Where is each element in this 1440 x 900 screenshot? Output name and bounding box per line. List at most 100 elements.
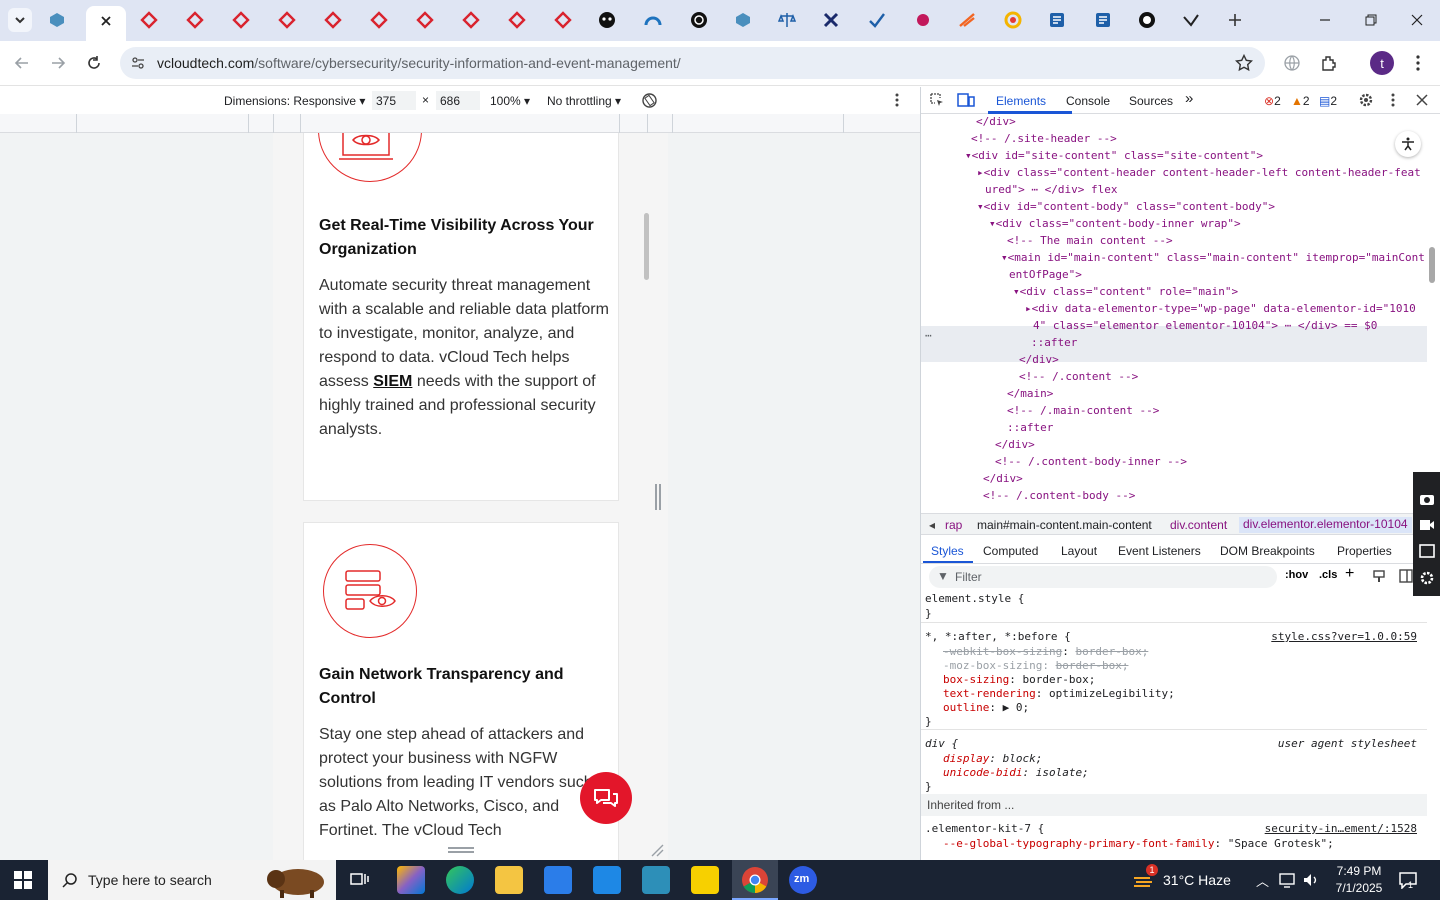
dom-line[interactable]: ::after [1007, 421, 1053, 434]
tab-favicon-scale[interactable] [776, 9, 798, 31]
new-style-rule-icon[interactable]: + [1345, 565, 1354, 583]
css-declaration[interactable]: -moz-box-sizing: border-box; [943, 659, 1128, 672]
tab-computed[interactable]: Computed [983, 544, 1038, 558]
tab-favicon-hex[interactable] [46, 9, 68, 31]
toggle-sidebar-icon[interactable] [1399, 569, 1413, 588]
hex-app-icon[interactable] [642, 866, 670, 894]
tab-event-listeners[interactable]: Event Listeners [1118, 544, 1201, 558]
styles-filter-input[interactable]: ▼ Filter [929, 566, 1277, 588]
dom-line[interactable]: </div> [976, 115, 1016, 128]
minimize-button[interactable] [1310, 8, 1340, 32]
rule-selector[interactable]: div { [925, 737, 958, 750]
dom-line[interactable]: <!-- /.content --> [1019, 370, 1138, 383]
dom-line[interactable]: ▾<div id="site-content" class="site-cont… [965, 149, 1263, 162]
rule-selector[interactable]: *, *:after, *:before { [925, 630, 1071, 643]
volume-icon[interactable] [1302, 872, 1320, 893]
clock-time[interactable]: 7:49 PM [1334, 864, 1384, 878]
height-input[interactable]: 686 [436, 91, 480, 110]
dom-line[interactable]: entOfPage"> [1009, 268, 1082, 281]
back-arrow-icon[interactable] [10, 51, 34, 75]
tab-favicon-red-1[interactable] [138, 9, 160, 31]
site-info-icon[interactable] [130, 55, 146, 76]
tab-favicon-red-9[interactable] [506, 9, 528, 31]
rule-source-link[interactable]: security-in…ement/:1528 [1265, 822, 1417, 835]
dom-line[interactable]: ▾<div class="content-body-inner wrap"> [989, 217, 1241, 230]
accessibility-tree-button[interactable] [1395, 131, 1421, 157]
breadcrumb-item[interactable]: rap [945, 518, 962, 532]
tab-favicon-red-5[interactable] [322, 9, 344, 31]
css-declaration[interactable]: unicode-bidi: isolate; [943, 766, 1089, 779]
forward-arrow-icon[interactable] [46, 51, 70, 75]
width-input[interactable]: 375 [372, 91, 416, 110]
siem-link[interactable]: SIEM [373, 373, 412, 390]
restore-button[interactable] [1356, 8, 1386, 32]
error-count[interactable]: ⊗2 [1264, 94, 1281, 108]
chrome-taskbar-button-active[interactable] [732, 860, 778, 900]
row-ellipsis[interactable]: ⋯ [925, 329, 932, 342]
dom-line[interactable]: <!-- /.content-body --> [983, 489, 1135, 502]
message-count[interactable]: ▤2 [1319, 94, 1337, 108]
tab-favicon-red-8[interactable] [460, 9, 482, 31]
rule-source-link[interactable]: style.css?ver=1.0.0:59 [1271, 630, 1417, 643]
sticky-notes-icon[interactable] [691, 866, 719, 894]
dom-line[interactable]: </main> [1007, 387, 1053, 400]
tab-sources[interactable]: Sources [1129, 94, 1173, 108]
video-icon[interactable] [1419, 518, 1435, 536]
close-tab-icon[interactable] [100, 15, 112, 27]
task-view-icon[interactable] [350, 871, 370, 894]
tab-layout[interactable]: Layout [1061, 544, 1097, 558]
url-text[interactable]: vcloudtech.com/software/cybersecurity/se… [157, 55, 681, 71]
tab-favicon-x[interactable] [820, 9, 842, 31]
active-tab[interactable] [86, 6, 126, 41]
close-window-button[interactable] [1402, 8, 1432, 32]
dom-line-selected[interactable]: ▸<div data-elementor-type="wp-page" data… [1025, 302, 1416, 315]
windows-start-icon[interactable] [14, 871, 32, 894]
color-format-icon[interactable] [1372, 569, 1386, 588]
css-declaration[interactable]: -webkit-box-sizing: border-box; [943, 645, 1148, 658]
tab-favicon-openai[interactable] [688, 9, 710, 31]
bookmark-star-icon[interactable] [1234, 53, 1254, 77]
settings-gear-icon[interactable] [1358, 92, 1374, 111]
throttling-dropdown[interactable]: No throttling ▾ [547, 94, 621, 108]
css-declaration[interactable]: outline: ▶ 0; [943, 701, 1029, 714]
dom-line[interactable]: <!-- /.content-body-inner --> [995, 455, 1187, 468]
dimensions-dropdown[interactable]: Dimensions: Responsive ▾ [224, 94, 365, 108]
edge-app-icon[interactable] [446, 866, 474, 894]
tab-favicon-red-7[interactable] [414, 9, 436, 31]
css-declaration[interactable]: --e-global-typography-primary-font-famil… [943, 837, 1334, 850]
rule-selector[interactable]: .elementor-kit-7 { [925, 822, 1044, 835]
dom-line[interactable]: ured"> ⋯ </div> flex [985, 183, 1117, 196]
page-scrollbar-thumb[interactable] [644, 213, 649, 280]
microsoft-store-icon[interactable] [544, 866, 572, 894]
reload-icon[interactable] [82, 51, 106, 75]
tab-dom-breakpoints[interactable]: DOM Breakpoints [1220, 544, 1315, 558]
dom-line[interactable]: <!-- /.main-content --> [1007, 404, 1159, 417]
dom-line[interactable]: ▾<div id="content-body" class="content-b… [977, 200, 1275, 213]
dom-line[interactable]: <!-- /.site-header --> [971, 132, 1117, 145]
device-toolbar-more-icon[interactable] [895, 93, 899, 110]
viewport-resize-handle-bottom[interactable] [448, 847, 474, 853]
dom-line[interactable]: <!-- The main content --> [1007, 234, 1173, 247]
tab-favicon-doc-1[interactable] [1046, 9, 1068, 31]
profile-avatar[interactable]: t [1370, 51, 1394, 75]
element-style-selector[interactable]: element.style { [925, 592, 1024, 605]
file-explorer-icon[interactable] [495, 866, 523, 894]
tab-elements[interactable]: Elements [996, 94, 1046, 108]
translate-icon[interactable] [1280, 51, 1304, 75]
tab-search-button[interactable] [8, 8, 32, 32]
mail-app-icon[interactable] [593, 866, 621, 894]
device-toggle-icon[interactable] [957, 92, 975, 111]
address-bar[interactable]: vcloudtech.com/software/cybersecurity/se… [120, 47, 1265, 79]
close-devtools-icon[interactable] [1416, 94, 1428, 109]
tab-favicon-doc-2[interactable] [1092, 9, 1114, 31]
more-tabs-chevron-icon[interactable]: » [1185, 90, 1193, 107]
extensions-puzzle-icon[interactable] [1317, 51, 1341, 75]
tab-favicon-swoosh[interactable] [956, 9, 978, 31]
tab-favicon-hex-2[interactable] [732, 9, 754, 31]
css-declaration[interactable]: box-sizing: border-box; [943, 673, 1095, 686]
dom-line[interactable]: ▸<div class="content-header content-head… [977, 166, 1421, 179]
tab-favicon-arc[interactable] [642, 9, 664, 31]
dom-line[interactable]: </div> [1019, 353, 1059, 366]
clock-date[interactable]: 7/1/2025 [1334, 881, 1384, 895]
tab-properties[interactable]: Properties [1337, 544, 1392, 558]
